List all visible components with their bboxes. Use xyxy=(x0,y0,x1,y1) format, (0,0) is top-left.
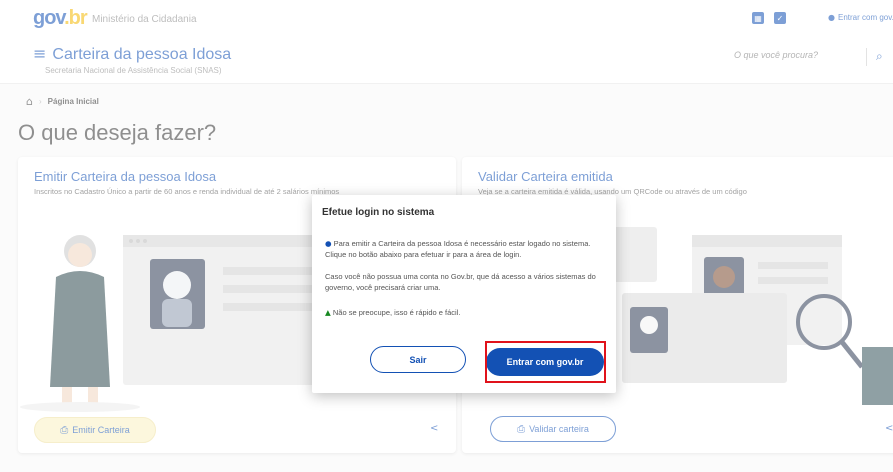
cancel-button[interactable]: Sair xyxy=(370,346,466,373)
thumbs-up-icon: ▲ xyxy=(325,308,331,317)
modal-title: Efetue login no sistema xyxy=(322,207,435,218)
modal-message-login: ● Para emitir a Carteira da pessoa Idosa… xyxy=(325,239,591,259)
modal-message-account: Caso você não possua uma conta no Gov.br… xyxy=(325,272,596,292)
modal-message-reassure: ▲ Não se preocupe, isso é rápido e fácil… xyxy=(325,308,461,317)
highlight-box xyxy=(485,341,606,383)
info-icon: ● xyxy=(325,239,332,248)
